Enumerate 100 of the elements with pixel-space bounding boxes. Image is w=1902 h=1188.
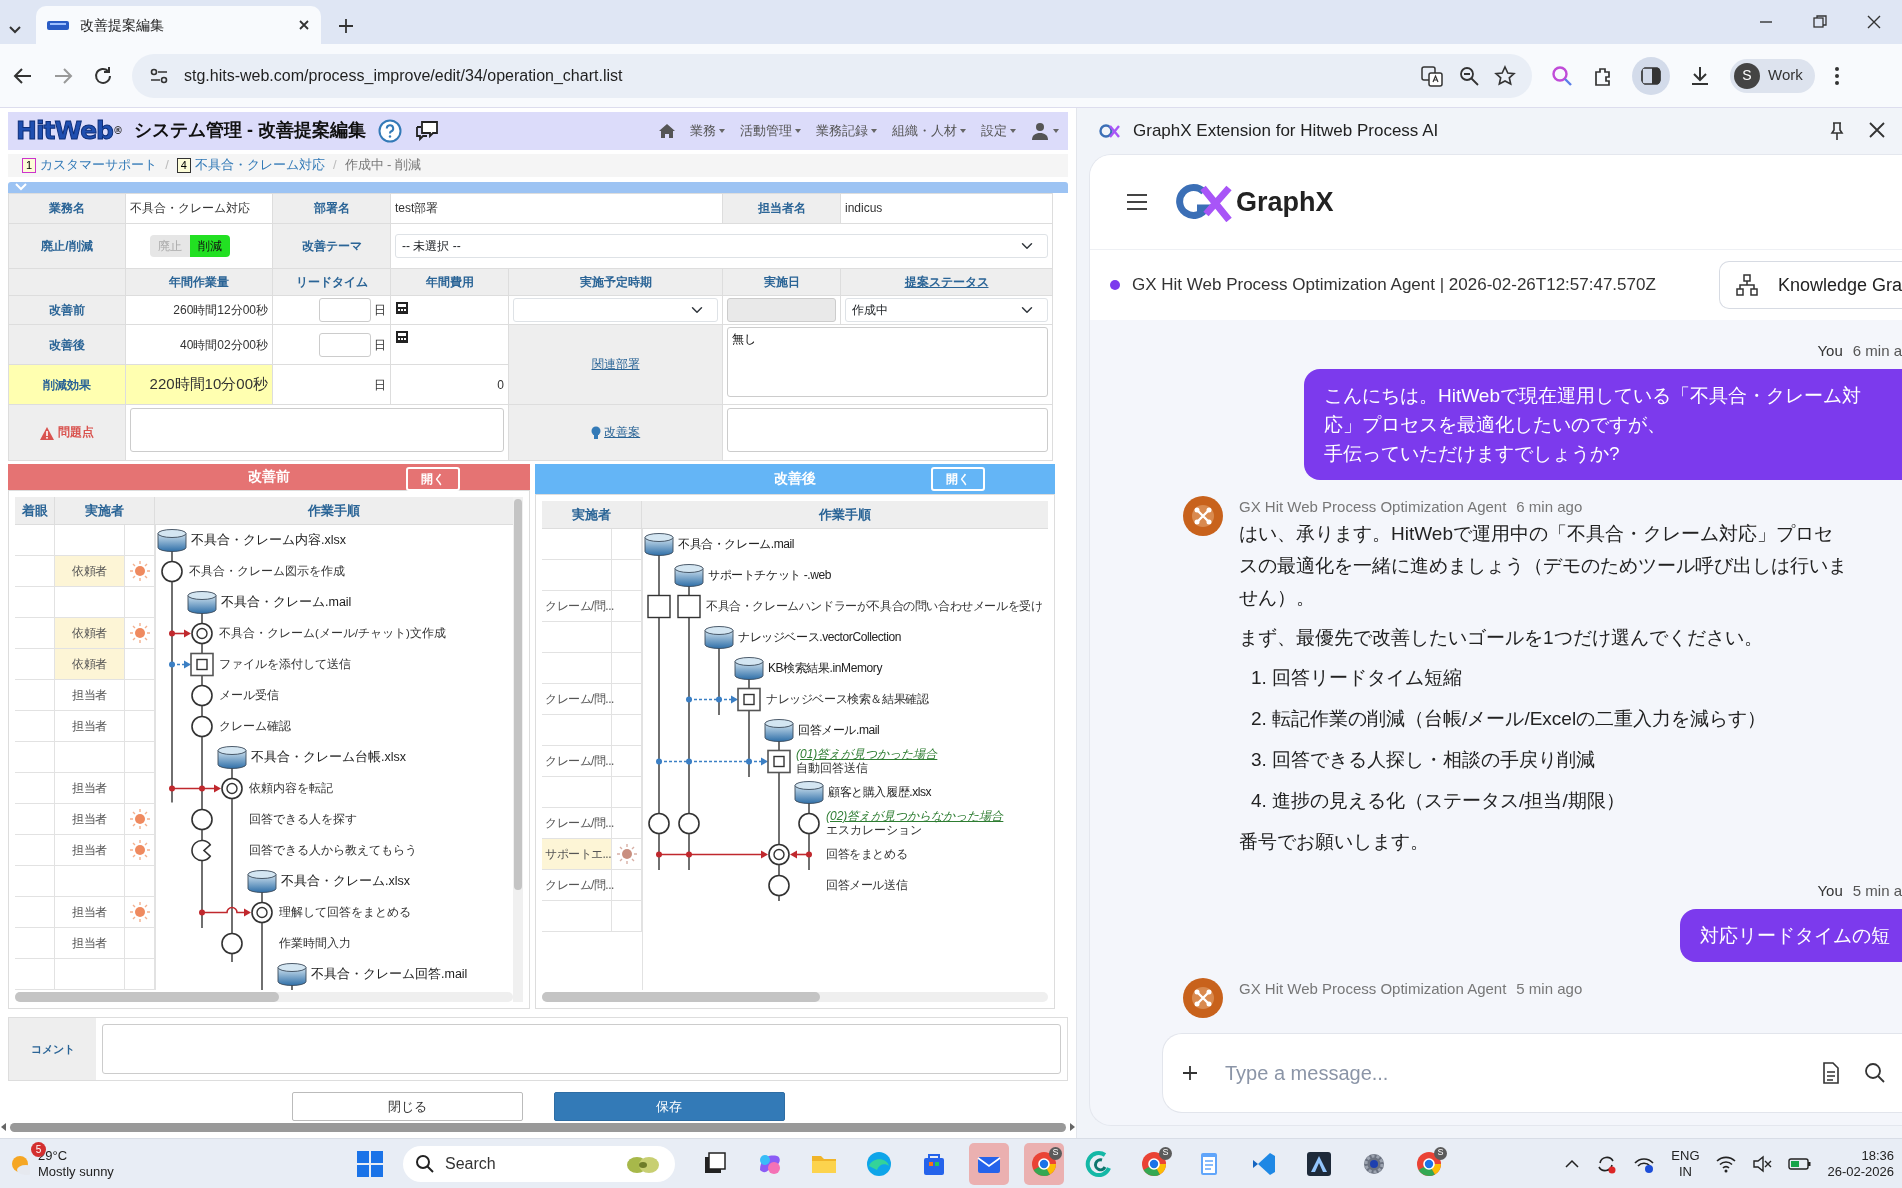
lead-time-field[interactable] <box>318 297 371 322</box>
step-label: 不具合・クレーム回答.mail <box>311 965 468 983</box>
calculator-icon[interactable] <box>395 329 409 344</box>
wifi-icon[interactable] <box>1715 1154 1736 1173</box>
nav-menu[interactable]: 設定 <box>981 121 1017 141</box>
message-input[interactable]: Type a message... <box>1162 1033 1902 1113</box>
list-item: 4. 進捗の見える化（ステータス/担当/期限） <box>1251 789 1626 813</box>
message-field[interactable]: Type a message... <box>1223 1057 1798 1089</box>
breadcrumb-separator: / <box>332 156 337 175</box>
list-item: 1. 回答リードタイム短縮 <box>1251 666 1464 690</box>
close-icon[interactable] <box>1868 121 1886 139</box>
proposal-field[interactable] <box>727 407 1048 452</box>
scrollbar-thumb[interactable] <box>10 1122 1066 1132</box>
knowledge-graph-button[interactable]: Knowledge Gra <box>1718 261 1902 309</box>
nav-menu[interactable]: 活動管理 <box>740 121 802 141</box>
actor-cell: クレーム/問... <box>542 590 612 621</box>
actor-cell: クレーム/問... <box>542 807 612 838</box>
reload-icon[interactable] <box>92 64 114 87</box>
related-dept-field[interactable]: 無し <box>727 326 1048 397</box>
calculator-icon[interactable] <box>395 300 409 315</box>
swirl-icon[interactable] <box>1085 1149 1113 1178</box>
process-circle <box>221 932 243 955</box>
browser-icon[interactable] <box>1415 1149 1443 1178</box>
chat-icon[interactable] <box>414 118 440 143</box>
process-circle <box>161 560 183 583</box>
pin-icon[interactable] <box>1828 121 1846 141</box>
clock[interactable]: 18:36 26-02-2026 <box>1827 1147 1894 1180</box>
nav-menu[interactable]: 業務記録 <box>816 121 878 141</box>
actor-cell: サポートエ... <box>542 838 612 869</box>
browser-icon[interactable] <box>1030 1149 1058 1178</box>
home-icon[interactable] <box>658 122 676 139</box>
message-author: You <box>1817 342 1843 359</box>
weather-text: Mostly sunny <box>38 1163 114 1180</box>
profile-button[interactable]: S Work <box>1730 58 1815 93</box>
menu-icon[interactable] <box>1126 193 1148 211</box>
breadcrumb-link[interactable]: 1 カスタマーサポート <box>22 155 158 175</box>
step-label: KB検索結果.inMemory <box>768 660 883 678</box>
step-label: 不具合・クレームハンドラーが不具合の問い合わせメールを受け <box>706 598 1043 616</box>
breadcrumb-link[interactable]: 4 不具合・クレーム対応 <box>176 155 325 175</box>
battery-icon[interactable] <box>1787 1156 1812 1171</box>
lead-time-field[interactable] <box>318 332 371 357</box>
restore-icon[interactable] <box>1812 14 1828 30</box>
theme-select[interactable]: -- 未選択 -- <box>395 233 1048 258</box>
field-label: コメント <box>9 1017 96 1081</box>
search-icon[interactable] <box>1864 1062 1886 1084</box>
windows-icon[interactable] <box>356 1149 384 1178</box>
column-header: 作業手順 <box>306 501 361 520</box>
problem-field[interactable] <box>130 407 504 452</box>
connector-arrow <box>169 784 221 793</box>
language-indicator[interactable]: ENG IN <box>1671 1147 1700 1180</box>
step-label: 作業時間入力 <box>279 935 351 951</box>
menu-icon[interactable] <box>1832 64 1841 87</box>
nav-menu[interactable]: 業務 <box>690 121 726 141</box>
caret-icon <box>794 127 802 134</box>
proposal-link[interactable]: 改善案 <box>604 425 641 440</box>
user-menu[interactable] <box>1031 121 1060 140</box>
translate-icon[interactable] <box>1420 63 1444 88</box>
close-icon[interactable] <box>1866 14 1882 30</box>
help-icon[interactable] <box>378 118 402 143</box>
notification-badge: S <box>1049 1146 1062 1160</box>
mute-icon[interactable] <box>1751 1154 1772 1173</box>
search-field[interactable]: Search <box>403 1145 675 1182</box>
browser-icon[interactable] <box>1140 1149 1168 1178</box>
avatar-icon <box>1183 495 1223 536</box>
plus-icon[interactable] <box>1181 1064 1199 1082</box>
toggle-option[interactable]: 削減 <box>190 234 230 257</box>
caret-icon <box>1009 127 1017 134</box>
side-panel-icon[interactable] <box>1640 64 1662 87</box>
scrollbar-thumb[interactable] <box>15 991 279 1002</box>
step-link[interactable]: (01)答えが見つかった場合 <box>796 747 938 762</box>
scrollbar-thumb[interactable] <box>514 498 522 890</box>
process-square <box>647 594 671 618</box>
step-link[interactable]: (02)答えが見つからなかった場合 <box>826 809 1004 824</box>
zoom-icon[interactable] <box>1458 64 1480 87</box>
actor-cell: クレーム/問... <box>542 745 612 776</box>
status-select[interactable]: 作成中 <box>845 297 1048 322</box>
scroll-left-icon[interactable] <box>0 1122 8 1133</box>
step-label: エスカレーション <box>826 823 923 838</box>
double-circle <box>768 843 790 866</box>
actor-cell: クレーム/問... <box>542 683 612 714</box>
step-label: ファイルを添付して送信 <box>219 656 351 672</box>
actor-cell: 担当者 <box>55 896 125 927</box>
document-icon[interactable] <box>1822 1062 1840 1084</box>
close-button[interactable]: 閉じる <box>291 1092 523 1121</box>
actor-cell: クレーム/問... <box>542 869 612 900</box>
comment-field[interactable] <box>102 1023 1061 1075</box>
browser-tab[interactable]: 改善提案編集 <box>36 6 321 44</box>
scrollbar-thumb[interactable] <box>542 991 821 1002</box>
agent-title: GX Hit Web Process Optimization Agent | 2026-02-26T12:57:47.570Z <box>1132 274 1656 297</box>
star-icon[interactable] <box>1494 64 1516 87</box>
actor-cell: 担当者 <box>55 927 125 958</box>
chevron-up-icon[interactable] <box>1565 1158 1580 1169</box>
related-dept-link[interactable]: 関連部署 <box>591 357 640 372</box>
page-title: システム管理 - 改善提案編集 <box>134 119 366 143</box>
step-label: 回答できる人から教えてもらう <box>249 842 417 858</box>
connector-arrow <box>199 906 251 917</box>
save-button[interactable]: 保存 <box>553 1092 785 1121</box>
close-icon[interactable] <box>297 18 311 32</box>
workload-value: 220時間10分00秒 <box>125 364 273 405</box>
nav-menu[interactable]: 組織・人材 <box>892 121 967 141</box>
